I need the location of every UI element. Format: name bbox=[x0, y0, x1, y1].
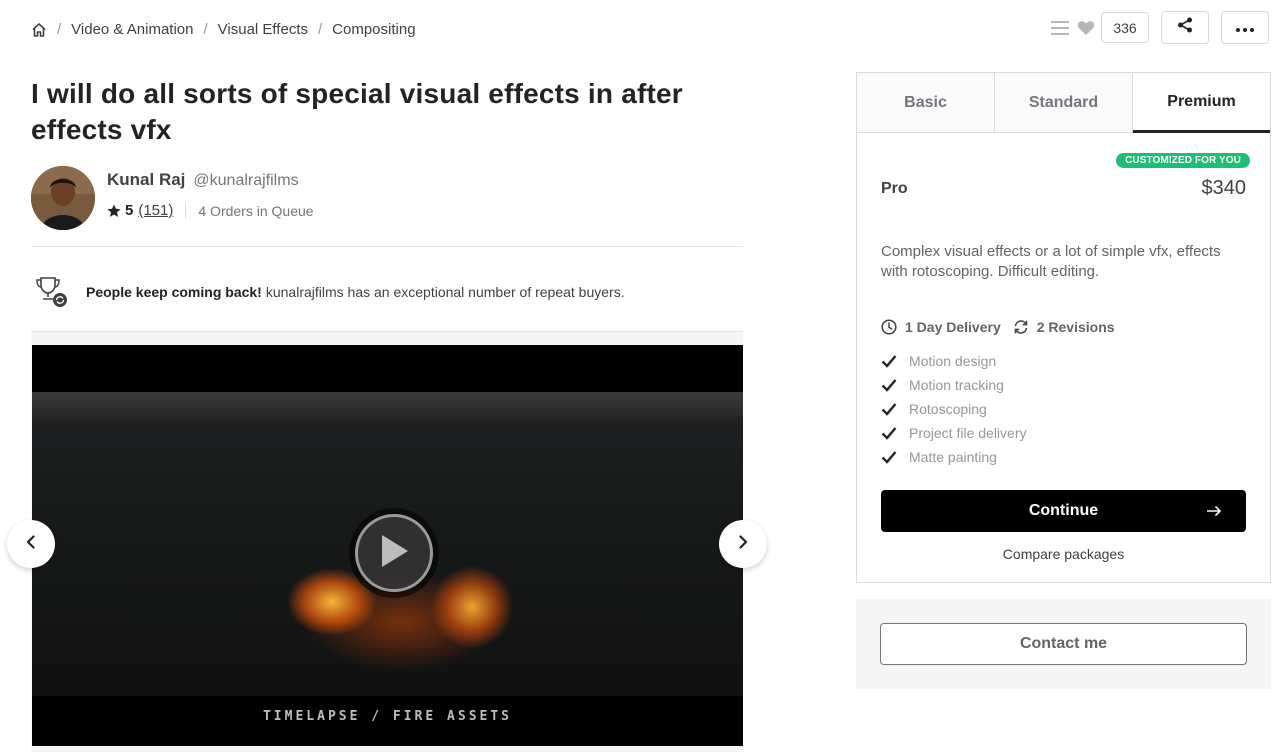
package-panel: Basic Standard Premium CUSTOMIZED FOR YO… bbox=[856, 72, 1271, 583]
feature-label: Project file delivery bbox=[909, 425, 1027, 441]
heart-icon[interactable] bbox=[1077, 20, 1095, 36]
video-player[interactable]: TIMELAPSE / FIRE ASSETS bbox=[32, 345, 743, 746]
list-item: Motion design bbox=[881, 349, 1246, 373]
divider bbox=[185, 202, 187, 219]
video-caption: TIMELAPSE / FIRE ASSETS bbox=[262, 709, 512, 724]
play-button[interactable] bbox=[349, 508, 439, 598]
breadcrumb-separator: / bbox=[203, 21, 208, 38]
list-item: Rotoscoping bbox=[881, 397, 1246, 421]
clock-icon bbox=[881, 319, 897, 335]
rating-count-link[interactable]: (151) bbox=[138, 202, 173, 219]
play-icon bbox=[378, 533, 410, 574]
collect-group[interactable]: 336 bbox=[1051, 12, 1149, 43]
gig-actions: 336 bbox=[1051, 11, 1269, 44]
page-title: I will do all sorts of special visual ef… bbox=[31, 78, 683, 145]
list-item: Motion tracking bbox=[881, 373, 1246, 397]
rating-row: 5 (151) 4 Orders in Queue bbox=[107, 202, 314, 219]
breadcrumb-video-animation[interactable]: Video & Animation bbox=[71, 21, 193, 38]
delivery-time: 1 Day Delivery bbox=[905, 319, 1001, 335]
compare-packages-link[interactable]: Compare packages bbox=[881, 546, 1246, 562]
more-icon bbox=[1236, 19, 1254, 37]
check-icon bbox=[881, 426, 897, 440]
trophy-icon bbox=[35, 276, 69, 308]
home-icon[interactable] bbox=[31, 22, 47, 38]
repeat-buyers-notice: People keep coming back! kunalrajfilms h… bbox=[35, 276, 625, 308]
notice-bold: People keep coming back! bbox=[86, 284, 262, 300]
feature-label: Rotoscoping bbox=[909, 401, 987, 417]
check-icon bbox=[881, 378, 897, 392]
chevron-right-icon bbox=[737, 534, 749, 554]
breadcrumb-visual-effects[interactable]: Visual Effects bbox=[218, 21, 308, 38]
breadcrumb-separator: / bbox=[318, 21, 323, 38]
orders-in-queue: 4 Orders in Queue bbox=[198, 202, 314, 219]
continue-label: Continue bbox=[1028, 502, 1099, 519]
tab-basic[interactable]: Basic bbox=[857, 73, 995, 132]
more-button[interactable] bbox=[1221, 11, 1269, 44]
share-icon bbox=[1177, 17, 1193, 38]
check-icon bbox=[881, 354, 897, 368]
breadcrumb-compositing[interactable]: Compositing bbox=[332, 21, 415, 38]
check-icon bbox=[881, 402, 897, 416]
list-item: Matte painting bbox=[881, 445, 1246, 469]
notice-text: kunalrajfilms has an exceptional number … bbox=[265, 284, 625, 300]
gallery-prev-button[interactable] bbox=[7, 520, 55, 568]
feature-label: Matte painting bbox=[909, 449, 997, 465]
contact-me-button[interactable]: Contact me bbox=[880, 623, 1247, 665]
divider bbox=[31, 246, 743, 247]
package-content: CUSTOMIZED FOR YOU Pro $340 Complex visu… bbox=[857, 133, 1270, 562]
gallery-next-button[interactable] bbox=[719, 520, 767, 568]
feature-list: Motion design Motion tracking Rotoscopin… bbox=[881, 349, 1246, 469]
seller-overview: Kunal Raj @kunalrajfilms 5 (151) 4 Order… bbox=[31, 166, 314, 230]
rating-score: 5 bbox=[125, 202, 134, 219]
package-name: Pro bbox=[881, 179, 908, 197]
share-button[interactable] bbox=[1161, 11, 1209, 44]
refresh-icon bbox=[1013, 319, 1029, 335]
breadcrumb: / Video & Animation / Visual Effects / C… bbox=[31, 21, 416, 38]
chevron-left-icon bbox=[25, 534, 37, 554]
video-horizon bbox=[32, 392, 743, 422]
collect-count: 336 bbox=[1101, 12, 1149, 43]
avatar[interactable] bbox=[31, 166, 95, 230]
contact-section: Contact me bbox=[856, 599, 1271, 689]
list-item: Project file delivery bbox=[881, 421, 1246, 445]
feature-label: Motion tracking bbox=[909, 377, 1004, 393]
arrow-right-icon bbox=[1206, 503, 1222, 519]
customized-badge: CUSTOMIZED FOR YOU bbox=[1116, 153, 1250, 168]
package-tabs: Basic Standard Premium bbox=[857, 73, 1270, 133]
menu-lines-icon[interactable] bbox=[1051, 20, 1069, 35]
feature-label: Motion design bbox=[909, 353, 997, 369]
continue-button[interactable]: Continue bbox=[881, 490, 1246, 532]
breadcrumb-separator: / bbox=[57, 21, 62, 38]
seller-handle[interactable]: @kunalrajfilms bbox=[193, 172, 298, 190]
check-icon bbox=[881, 450, 897, 464]
delivery-meta: 1 Day Delivery 2 Revisions bbox=[881, 319, 1246, 335]
revisions: 2 Revisions bbox=[1036, 319, 1115, 335]
star-icon bbox=[107, 204, 121, 218]
package-description: Complex visual effects or a lot of simpl… bbox=[881, 243, 1221, 280]
seller-name[interactable]: Kunal Raj bbox=[107, 170, 185, 190]
tab-standard[interactable]: Standard bbox=[995, 73, 1133, 132]
tab-premium[interactable]: Premium bbox=[1133, 73, 1270, 133]
package-price: $340 bbox=[1201, 177, 1247, 199]
seller-info: Kunal Raj @kunalrajfilms 5 (151) 4 Order… bbox=[107, 166, 314, 230]
